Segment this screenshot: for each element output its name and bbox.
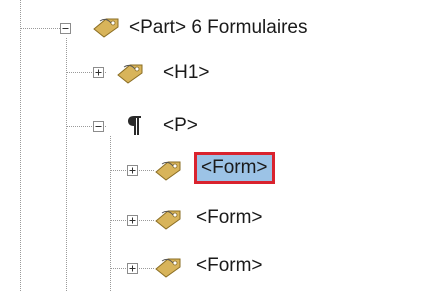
minus-icon [62, 28, 69, 29]
collapse-toggle[interactable] [60, 23, 71, 34]
tag-icon [116, 61, 144, 85]
tag-icon [92, 15, 120, 39]
expand-toggle[interactable] [127, 215, 138, 226]
tree-node-label: <P> [163, 115, 198, 136]
plus-icon [129, 265, 136, 272]
tag-icon [154, 158, 182, 182]
tree-node-label: <H1> [163, 62, 210, 83]
tree-node-label: <Part> 6 Formulaires [129, 17, 308, 38]
selected-node-label[interactable]: <Form> [194, 152, 275, 184]
expand-toggle[interactable] [127, 263, 138, 274]
minus-icon [95, 126, 102, 127]
tag-tree-panel: <Part> 6 Formulaires <H1> <P> <Form> <Fo… [0, 0, 425, 291]
tree-connector-line [20, 0, 21, 291]
tag-icon [154, 207, 182, 231]
plus-icon [95, 69, 102, 76]
tree-node-label: <Form> [196, 255, 263, 276]
expand-toggle[interactable] [93, 67, 104, 78]
paragraph-icon [126, 113, 142, 137]
collapse-toggle[interactable] [93, 121, 104, 132]
tree-connector-line [66, 38, 67, 291]
tag-icon [154, 255, 182, 279]
expand-toggle[interactable] [127, 165, 138, 176]
plus-icon [129, 167, 136, 174]
tree-connector-line [20, 28, 60, 29]
tree-node-label: <Form> [196, 207, 263, 228]
plus-icon [129, 217, 136, 224]
